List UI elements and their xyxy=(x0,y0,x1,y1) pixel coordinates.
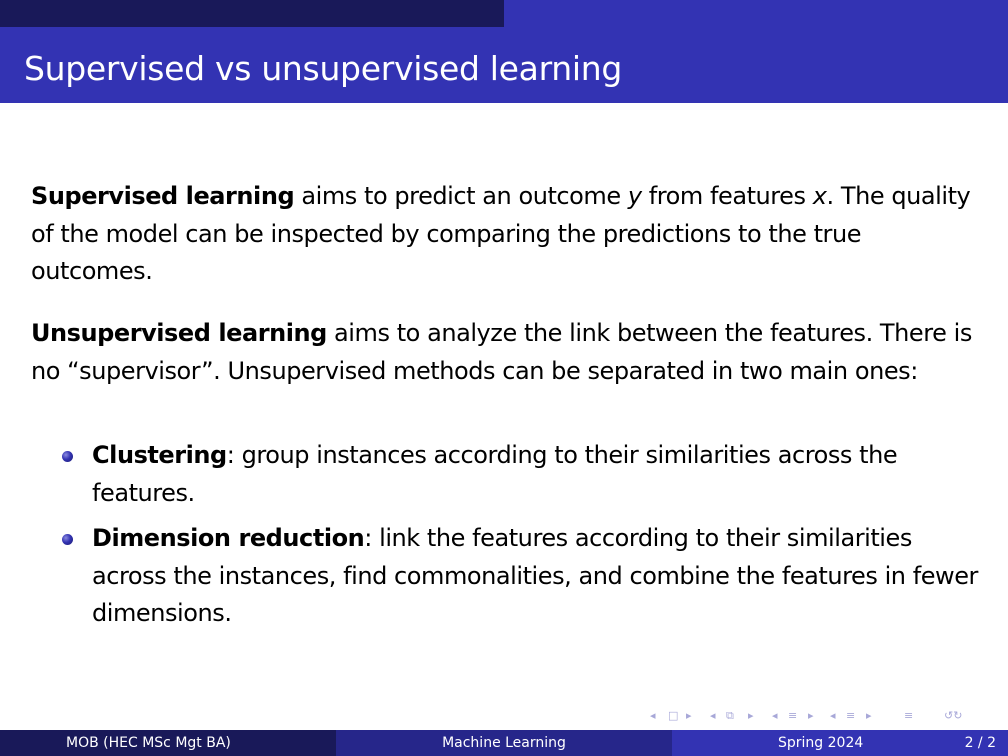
var-x: x xyxy=(812,182,827,210)
footer-title: Machine Learning xyxy=(442,735,566,751)
list-item: Dimension reduction: link the features a… xyxy=(62,520,992,633)
footer-author-box: MOB (HEC MSc Mgt BA) xyxy=(0,730,336,756)
list-item: Clustering: group instances according to… xyxy=(62,437,992,512)
section-icon[interactable]: ≡ xyxy=(788,706,797,726)
beamer-navigation: ◂ □ ▸ ◂ ⧉ ▸ ◂ ≡ ▸ ◂ ≡ ▸ ≡ ↺↻ xyxy=(648,706,1000,726)
methods-list: Clustering: group instances according to… xyxy=(62,437,992,641)
part-prev-icon[interactable]: ◂ xyxy=(830,706,836,726)
subsection-prev-icon[interactable]: ◂ xyxy=(710,706,716,726)
footer-title-box: Machine Learning xyxy=(336,730,672,756)
bullet-term: Dimension reduction xyxy=(92,524,365,552)
header-top-strip-left xyxy=(0,0,504,27)
slide-title: Supervised vs unsupervised learning xyxy=(24,49,623,88)
toc-icon[interactable]: ≡ xyxy=(904,706,913,726)
bullet-term: Clustering xyxy=(92,441,227,469)
supervised-text-1: aims to predict an outcome xyxy=(294,182,628,210)
unsupervised-paragraph: Unsupervised learning aims to analyze th… xyxy=(31,315,981,390)
footer-date: Spring 2024 xyxy=(778,735,864,751)
subsection-icon[interactable]: ⧉ xyxy=(726,706,734,726)
subsection-next-icon[interactable]: ▸ xyxy=(748,706,754,726)
footer-author: MOB (HEC MSc Mgt BA) xyxy=(66,735,231,751)
frame-icon[interactable]: □ xyxy=(668,706,678,726)
supervised-text-2: from features xyxy=(641,182,813,210)
bullet-ball-icon xyxy=(62,534,73,545)
footer-page-number: 2 / 2 xyxy=(964,735,996,751)
footline: MOB (HEC MSc Mgt BA) Machine Learning Sp… xyxy=(0,730,1008,756)
bullet-ball-icon xyxy=(62,451,73,462)
frame-prev-icon[interactable]: ◂ xyxy=(650,706,656,726)
section-prev-icon[interactable]: ◂ xyxy=(772,706,778,726)
unsupervised-term: Unsupervised learning xyxy=(31,319,327,347)
part-next-icon[interactable]: ▸ xyxy=(866,706,872,726)
section-next-icon[interactable]: ▸ xyxy=(808,706,814,726)
part-icon[interactable]: ≡ xyxy=(846,706,855,726)
supervised-paragraph: Supervised learning aims to predict an o… xyxy=(31,178,981,291)
supervised-term: Supervised learning xyxy=(31,182,295,210)
frame-next-icon[interactable]: ▸ xyxy=(686,706,692,726)
var-y: y xyxy=(627,182,642,210)
search-back-forward-icon[interactable]: ↺↻ xyxy=(944,706,962,726)
footer-date-box: Spring 2024 2 / 2 xyxy=(672,730,1008,756)
